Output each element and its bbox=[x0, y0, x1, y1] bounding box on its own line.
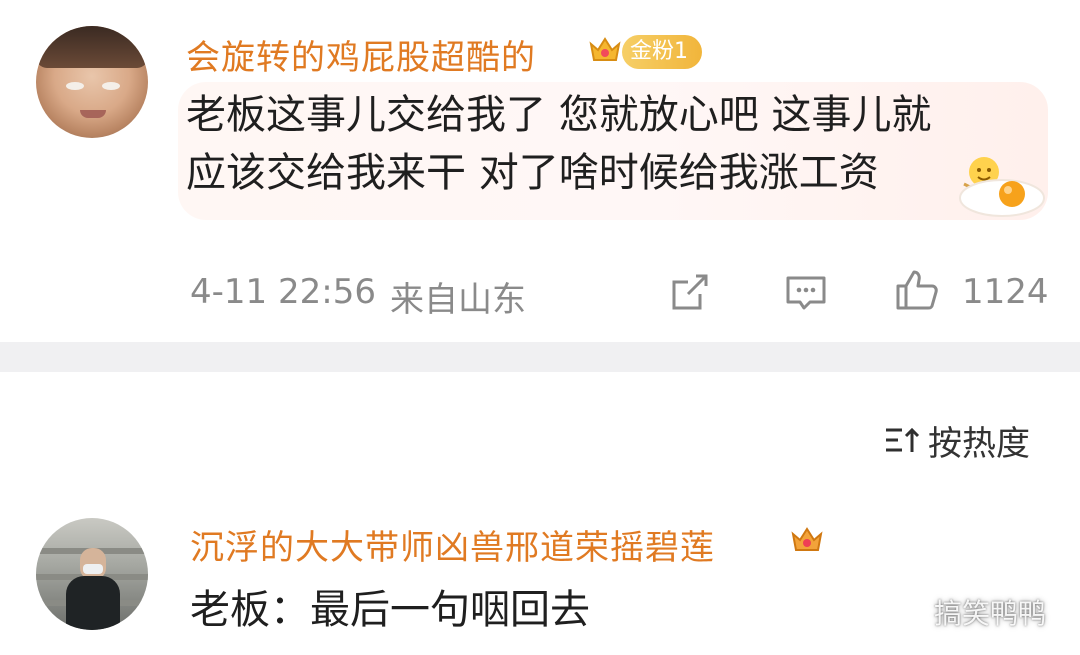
avatar[interactable] bbox=[36, 518, 148, 630]
username[interactable]: 会旋转的鸡屁股超酷的 bbox=[186, 30, 536, 79]
sort-icon bbox=[886, 427, 920, 452]
sort-label: 按热度 bbox=[928, 424, 1030, 464]
sort-toggle[interactable]: 按热度 bbox=[884, 416, 1044, 464]
avatar-eye-right bbox=[102, 82, 120, 90]
avatar[interactable] bbox=[36, 26, 148, 138]
share-icon[interactable] bbox=[666, 268, 714, 316]
watermark-text: 搞笑鸭鸭 bbox=[934, 597, 1047, 630]
crown-badge-icon bbox=[791, 527, 823, 551]
avatar-body bbox=[66, 576, 120, 630]
timestamp: 4-11 22:56 bbox=[190, 272, 376, 312]
section-divider bbox=[0, 342, 1080, 372]
like-icon[interactable] bbox=[892, 266, 940, 314]
like-count: 1124 bbox=[962, 272, 1049, 312]
location: 来自山东 bbox=[390, 280, 526, 320]
username[interactable]: 沉浮的大大带师凶兽邢道荣摇碧莲 bbox=[190, 520, 715, 569]
avatar-eye-left bbox=[66, 82, 84, 90]
fried-egg-icon bbox=[959, 179, 1045, 217]
fan-badge: 金粉1 bbox=[622, 35, 702, 69]
comment-text-line1: 老板这事儿交给我了 您就放心吧 这事儿就 bbox=[186, 92, 932, 138]
avatar-hair bbox=[36, 26, 148, 68]
avatar-mask bbox=[83, 564, 103, 574]
comment-icon[interactable] bbox=[782, 268, 830, 316]
comment-text-line2: 应该交给我来干 对了啥时候给我涨工资 bbox=[186, 150, 879, 196]
comment-text: 老板：最后一句咽回去 bbox=[190, 587, 590, 633]
wechat-icon bbox=[889, 590, 928, 622]
avatar-mouth bbox=[80, 110, 106, 118]
crown-badge-icon bbox=[589, 37, 621, 61]
